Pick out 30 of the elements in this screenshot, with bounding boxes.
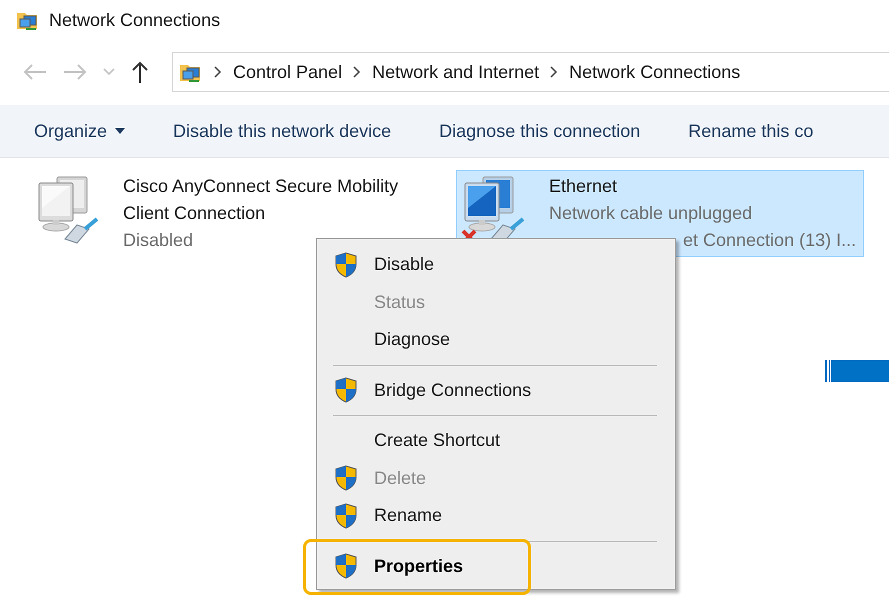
shield-icon (334, 465, 358, 492)
progress-bar-fragment (825, 360, 889, 382)
connection-status: et Connection (13) I... (683, 229, 856, 252)
toolbar-button[interactable]: Disable this network device (149, 120, 416, 142)
up-arrow-icon[interactable] (130, 60, 150, 84)
shield-icon (334, 502, 358, 529)
window-title: Network Connections (49, 10, 220, 30)
menu-item[interactable]: Bridge Connections (317, 372, 675, 409)
breadcrumb-item[interactable]: Network Connections (569, 62, 740, 82)
chevron-right-icon[interactable] (549, 65, 560, 79)
breadcrumb-item[interactable]: Network and Internet (372, 62, 540, 82)
shield-icon (334, 553, 358, 580)
connection-name: Cisco AnyConnect Secure Mobility Client Connection (123, 175, 400, 225)
caret-icon (115, 128, 126, 134)
chevron-right-icon[interactable] (213, 65, 223, 79)
menu-item[interactable]: Rename (317, 497, 675, 534)
shield-icon (334, 377, 358, 404)
toolbar-button[interactable]: Rename this co (664, 120, 838, 142)
toolbar-button[interactable]: Organize (0, 120, 150, 142)
shield-icon (334, 252, 358, 278)
connection-name: Ethernet (549, 175, 618, 198)
menu-item[interactable]: Diagnose (317, 321, 675, 358)
menu-item[interactable]: Properties (317, 548, 675, 585)
breadcrumb-item[interactable]: Control Panel (233, 62, 342, 82)
address-bar[interactable]: Control Panel Network and Internet Network Connections (172, 52, 889, 92)
toolbar-button[interactable]: Diagnose this connection (415, 120, 664, 142)
chevron-right-icon[interactable] (352, 65, 362, 79)
connection-status: Network cable unplugged (549, 202, 754, 225)
menu-item[interactable]: Create Shortcut (317, 422, 675, 460)
connection-status: Disabled (123, 229, 194, 252)
